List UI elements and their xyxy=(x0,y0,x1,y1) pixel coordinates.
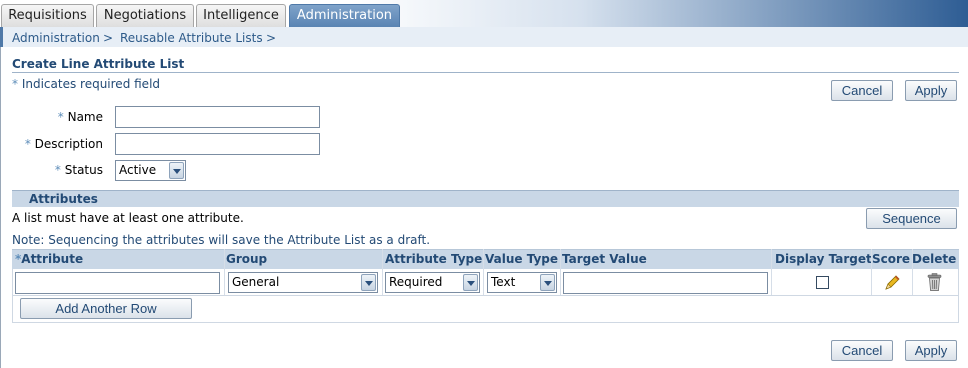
column-header-display-target: Display Target xyxy=(775,252,872,266)
min-attribute-note: A list must have at least one attribute. xyxy=(12,211,244,225)
breadcrumb-separator: > xyxy=(103,31,114,45)
group-select[interactable]: General xyxy=(228,272,378,293)
page-title: Create Line Attribute List xyxy=(12,57,185,71)
group-select-value: General xyxy=(232,275,280,289)
column-header-attribute: *Attribute xyxy=(15,252,84,266)
column-header-value-type: Value Type xyxy=(485,252,559,266)
sequence-button[interactable]: Sequence xyxy=(866,208,957,229)
column-header-group: Group xyxy=(226,252,268,266)
status-select-value: Active xyxy=(119,163,157,177)
attribute-type-select-value: Required xyxy=(389,275,443,289)
attribute-type-select[interactable]: Required xyxy=(385,272,480,293)
display-target-checkbox[interactable] xyxy=(816,276,829,289)
tab-bar: Requisitions Negotiations Intelligence A… xyxy=(0,0,968,27)
attribute-input[interactable] xyxy=(15,272,220,294)
description-input[interactable] xyxy=(115,133,320,155)
tab-requisitions[interactable]: Requisitions xyxy=(1,4,94,27)
trash-icon[interactable] xyxy=(926,273,943,292)
status-select[interactable]: Active xyxy=(115,160,186,181)
breadcrumb-separator: > xyxy=(266,31,277,45)
name-input[interactable] xyxy=(115,106,320,128)
attributes-table-header: *Attribute Group Attribute Type Value Ty… xyxy=(12,249,959,269)
page-left-border xyxy=(0,47,1,368)
sequence-note: Note: Sequencing the attributes will sav… xyxy=(12,233,431,247)
breadcrumb: Administration > Reusable Attribute List… xyxy=(0,27,968,47)
title-divider xyxy=(12,72,959,73)
value-type-select-value: Text xyxy=(491,275,516,289)
add-another-row-button[interactable]: Add Another Row xyxy=(20,298,192,319)
required-field-note: * Indicates required field xyxy=(12,77,160,91)
column-header-score: Score xyxy=(872,252,911,266)
chevron-down-icon[interactable] xyxy=(361,274,376,291)
column-header-attribute-type: Attribute Type xyxy=(385,252,483,266)
chevron-down-icon[interactable] xyxy=(169,162,184,179)
chevron-down-icon[interactable] xyxy=(463,274,478,291)
column-header-target-value: Target Value xyxy=(562,252,647,266)
required-note-text: Indicates required field xyxy=(21,77,161,91)
breadcrumb-administration[interactable]: Administration xyxy=(12,31,100,45)
attributes-section-title: Attributes xyxy=(29,192,98,206)
name-label: * Name xyxy=(57,110,103,124)
column-header-delete: Delete xyxy=(912,252,957,266)
cancel-button-top[interactable]: Cancel xyxy=(831,80,893,101)
value-type-select[interactable]: Text xyxy=(487,272,557,293)
chevron-down-icon[interactable] xyxy=(540,274,555,291)
description-label: * Description xyxy=(24,137,103,151)
tab-negotiations[interactable]: Negotiations xyxy=(96,4,194,27)
cancel-button-bottom[interactable]: Cancel xyxy=(831,340,893,361)
apply-button-top[interactable]: Apply xyxy=(905,80,957,101)
target-value-input[interactable] xyxy=(563,272,768,294)
attributes-section-header: Attributes xyxy=(12,190,959,207)
status-label: * Status xyxy=(54,163,103,177)
breadcrumb-reusable-attribute-lists[interactable]: Reusable Attribute Lists xyxy=(120,31,263,45)
pencil-icon[interactable] xyxy=(883,274,901,292)
tab-intelligence[interactable]: Intelligence xyxy=(196,4,286,27)
tab-administration[interactable]: Administration xyxy=(289,4,400,27)
apply-button-bottom[interactable]: Apply xyxy=(905,340,957,361)
required-star: * xyxy=(12,77,18,91)
